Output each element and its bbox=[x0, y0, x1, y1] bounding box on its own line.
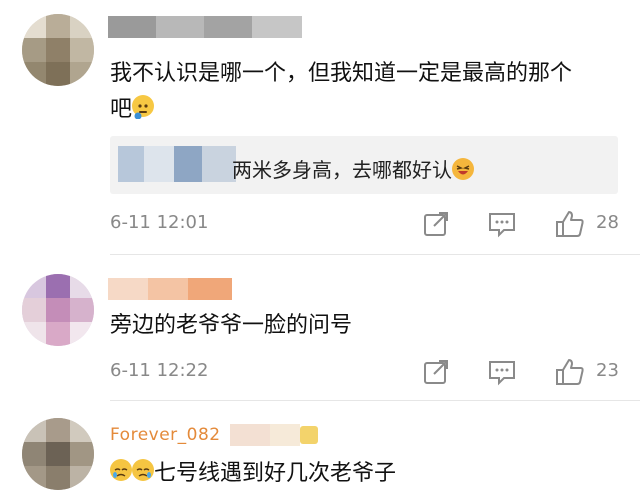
reply-text: 两米多身高，去哪都好认 bbox=[232, 154, 474, 183]
comment-time: 6-11 12:22 bbox=[110, 360, 209, 381]
comment-text: 我不认识是哪一个，但我知道一定是最高的那个 吧 bbox=[110, 56, 572, 128]
comment-text-line: 我不认识是哪一个，但我知道一定是最高的那个 bbox=[110, 61, 573, 86]
comment-text-line: 吧 bbox=[110, 92, 572, 128]
comment-text: 旁边的老爷爷一脸的问号 bbox=[110, 313, 353, 338]
crying-face-icon bbox=[110, 459, 132, 481]
comment-item: 旁边的老爷爷一脸的问号 6-11 12:22 23 bbox=[0, 256, 640, 402]
reply-preview[interactable]: 两米多身高，去哪都好认 bbox=[110, 136, 618, 194]
thumbs-up-icon[interactable] bbox=[554, 356, 586, 388]
divider bbox=[110, 400, 640, 401]
divider bbox=[110, 254, 640, 255]
comment-item: 我不认识是哪一个，但我知道一定是最高的那个 吧 两米多身高，去哪都好认 6-11… bbox=[0, 0, 640, 256]
like-count: 23 bbox=[596, 360, 619, 381]
username-partial[interactable]: Forever_082 bbox=[110, 424, 330, 446]
share-icon[interactable] bbox=[420, 208, 452, 240]
comment-item: Forever_082 七号线遇到好几次老爷子 bbox=[0, 402, 640, 494]
comment-icon[interactable] bbox=[486, 208, 518, 240]
laughing-face-icon bbox=[452, 158, 474, 180]
comment-time: 6-11 12:01 bbox=[110, 212, 209, 233]
comment-text: 七号线遇到好几次老爷子 bbox=[110, 456, 396, 492]
crying-face-icon bbox=[132, 459, 154, 481]
avatar[interactable] bbox=[22, 274, 94, 346]
reply-username-blurred bbox=[118, 146, 236, 182]
comment-meta: 6-11 12:22 23 bbox=[0, 352, 640, 392]
avatar[interactable] bbox=[22, 14, 94, 86]
share-icon[interactable] bbox=[420, 356, 452, 388]
username-blurred[interactable] bbox=[108, 278, 232, 300]
thinking-face-icon bbox=[132, 95, 155, 120]
username-text: Forever_082 bbox=[110, 425, 221, 445]
thumbs-up-icon[interactable] bbox=[554, 208, 586, 240]
username-blurred[interactable] bbox=[108, 16, 302, 38]
comment-meta: 6-11 12:01 28 bbox=[0, 204, 640, 244]
like-count: 28 bbox=[596, 212, 619, 233]
comment-icon[interactable] bbox=[486, 356, 518, 388]
avatar[interactable] bbox=[22, 418, 94, 490]
